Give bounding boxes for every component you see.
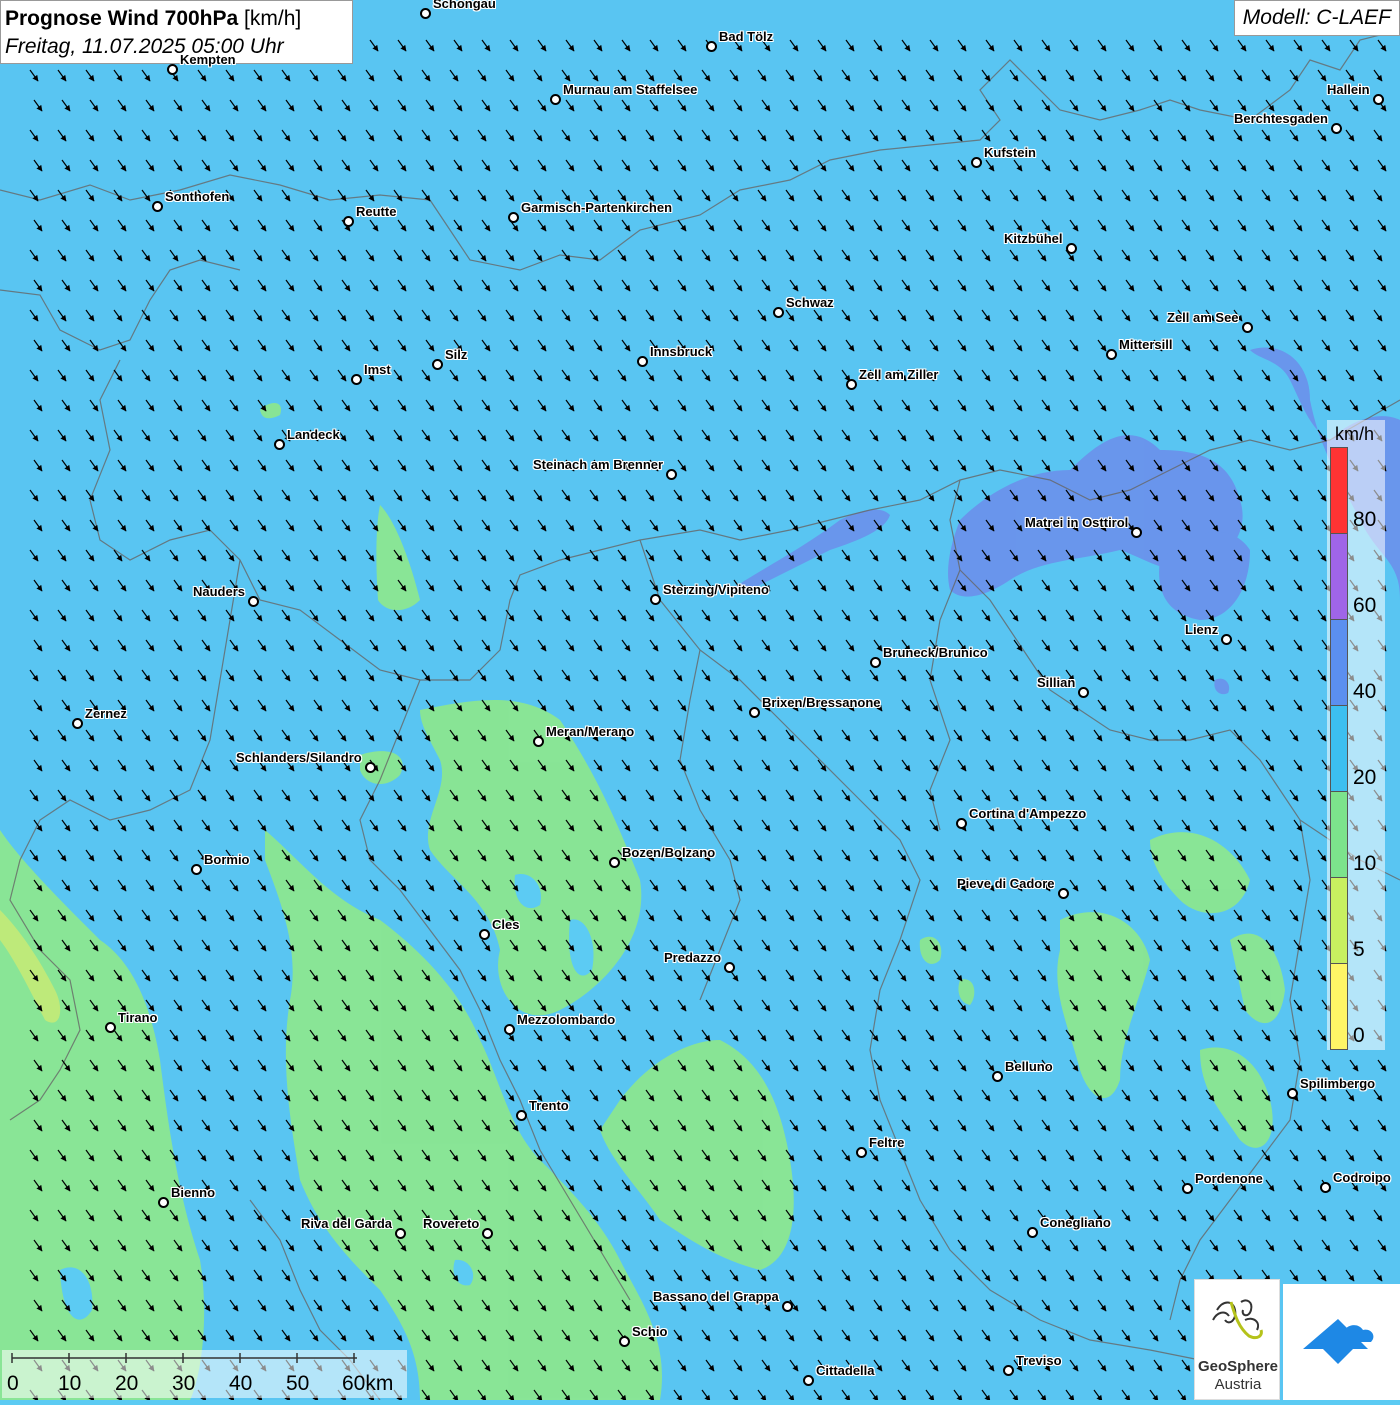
legend-segment-10 <box>1330 791 1348 878</box>
scale-label-30: 30 <box>172 1372 196 1395</box>
scale-label-40: 40 <box>229 1372 253 1395</box>
map-title: Prognose Wind 700hPa <box>5 7 239 30</box>
geosphere-logo[interactable]: GeoSphere Austria <box>1194 1279 1280 1400</box>
map-title-unit: [km/h] <box>244 7 302 30</box>
app-arrow-cloud-icon <box>1303 1319 1374 1364</box>
scale-label-10: 10 <box>58 1372 82 1395</box>
legend-label-10: 10 <box>1353 852 1377 875</box>
color-legend: km/h 80 60 40 20 10 5 0 <box>1327 420 1385 1050</box>
legend-label-0: 0 <box>1353 1024 1365 1047</box>
app-logo[interactable] <box>1283 1284 1400 1400</box>
legend-unit: km/h <box>1335 424 1375 444</box>
forecast-datetime: Freitag, 11.07.2025 05:00 Uhr <box>5 35 284 58</box>
legend-label-40: 40 <box>1353 680 1377 703</box>
logo-text-geosphere: GeoSphere <box>1197 1358 1279 1375</box>
wind-map <box>0 0 1400 1400</box>
scale-label-0: 0 <box>7 1372 19 1395</box>
geosphere-emblem-icon <box>1212 1299 1263 1340</box>
model-label: Modell: C-LAEF <box>1233 0 1400 36</box>
logo-text-austria: Austria <box>1214 1376 1262 1393</box>
legend-segment-0 <box>1330 963 1348 1050</box>
legend-label-80: 80 <box>1353 508 1377 531</box>
scale-label-60km: 60km <box>342 1372 394 1395</box>
map-title-box: Prognose Wind 700hPa [km/h] Freitag, 11.… <box>0 0 353 64</box>
scale-bar: 0 10 20 30 40 50 60km <box>2 1350 407 1398</box>
legend-segment-80 <box>1330 447 1348 534</box>
scale-label-20: 20 <box>115 1372 139 1395</box>
legend-label-60: 60 <box>1353 594 1377 617</box>
legend-segment-60 <box>1330 533 1348 620</box>
legend-segment-20 <box>1330 705 1348 792</box>
scale-label-50: 50 <box>286 1372 310 1395</box>
legend-label-20: 20 <box>1353 766 1377 789</box>
legend-label-5: 5 <box>1353 938 1365 961</box>
legend-segment-40 <box>1330 619 1348 706</box>
legend-segment-5 <box>1330 877 1348 964</box>
